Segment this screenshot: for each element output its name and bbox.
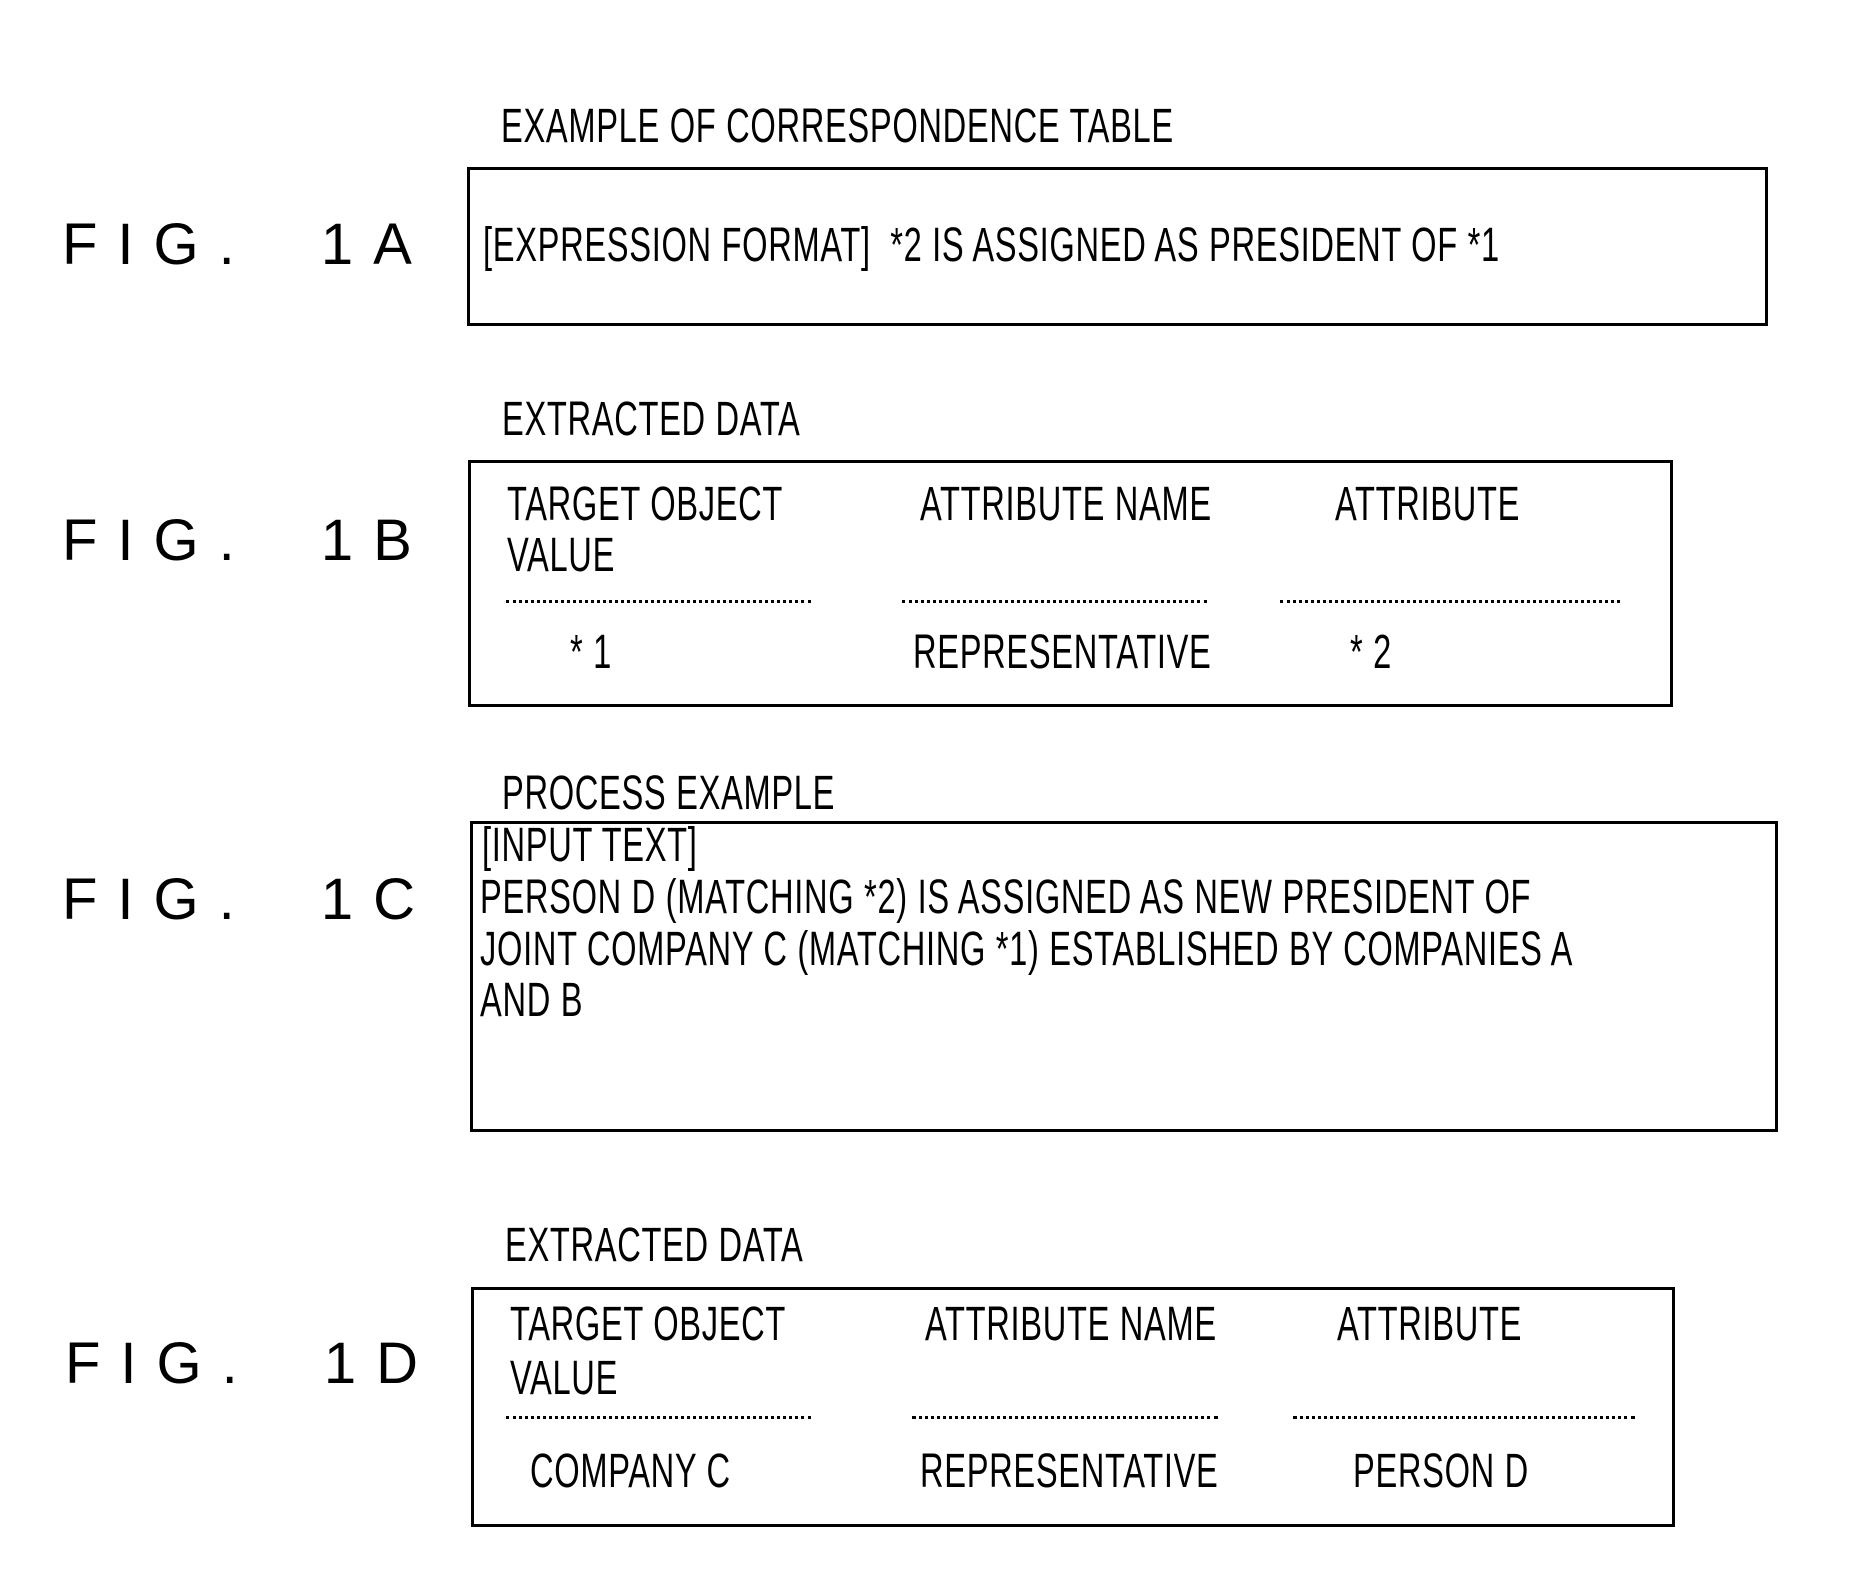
column-divider-dotted <box>506 1416 811 1419</box>
column-header-target-object-line2: VALUE <box>507 529 616 582</box>
column-header-attribute-name: ATTRIBUTE NAME <box>925 1298 1217 1351</box>
fig-1d-caption: EXTRACTED DATA <box>505 1219 804 1272</box>
input-text-line: PERSON D (MATCHING *2) IS ASSIGNED AS NE… <box>480 871 1532 924</box>
column-divider-dotted <box>1293 1416 1635 1419</box>
cell-attribute-name: REPRESENTATIVE <box>913 626 1212 679</box>
column-divider-dotted <box>902 600 1207 603</box>
fig-1c-label: FIG. 1C <box>62 867 436 932</box>
cell-target-object-value: COMPANY C <box>530 1445 731 1498</box>
cell-attribute: * 2 <box>1350 626 1392 679</box>
expression-format-text: [EXPRESSION FORMAT] *2 IS ASSIGNED AS PR… <box>483 219 1500 272</box>
input-text-line: JOINT COMPANY C (MATCHING *1) ESTABLISHE… <box>480 923 1574 976</box>
fig-1a-label: FIG. 1A <box>62 212 432 277</box>
fig-1b-label: FIG. 1B <box>62 508 432 573</box>
column-divider-dotted <box>912 1416 1218 1419</box>
input-text-label: [INPUT TEXT] <box>482 819 698 872</box>
column-header-target-object-line2: VALUE <box>510 1352 619 1405</box>
column-header-attribute: ATTRIBUTE <box>1335 478 1521 531</box>
fig-1a-caption: EXAMPLE OF CORRESPONDENCE TABLE <box>501 100 1174 153</box>
column-divider-dotted <box>506 600 811 603</box>
cell-attribute: PERSON D <box>1353 1445 1529 1498</box>
fig-1c-caption: PROCESS EXAMPLE <box>502 767 836 820</box>
fig-1b-caption: EXTRACTED DATA <box>502 393 801 446</box>
column-divider-dotted <box>1280 600 1620 603</box>
cell-attribute-name: REPRESENTATIVE <box>920 1445 1219 1498</box>
input-text-line: AND B <box>480 974 584 1027</box>
column-header-target-object: TARGET OBJECT <box>510 1298 787 1351</box>
column-header-target-object: TARGET OBJECT <box>507 478 784 531</box>
fig-1d-label: FIG. 1D <box>65 1331 439 1396</box>
cell-target-object-value: * 1 <box>570 626 612 679</box>
column-header-attribute: ATTRIBUTE <box>1337 1298 1523 1351</box>
column-header-attribute-name: ATTRIBUTE NAME <box>920 478 1212 531</box>
